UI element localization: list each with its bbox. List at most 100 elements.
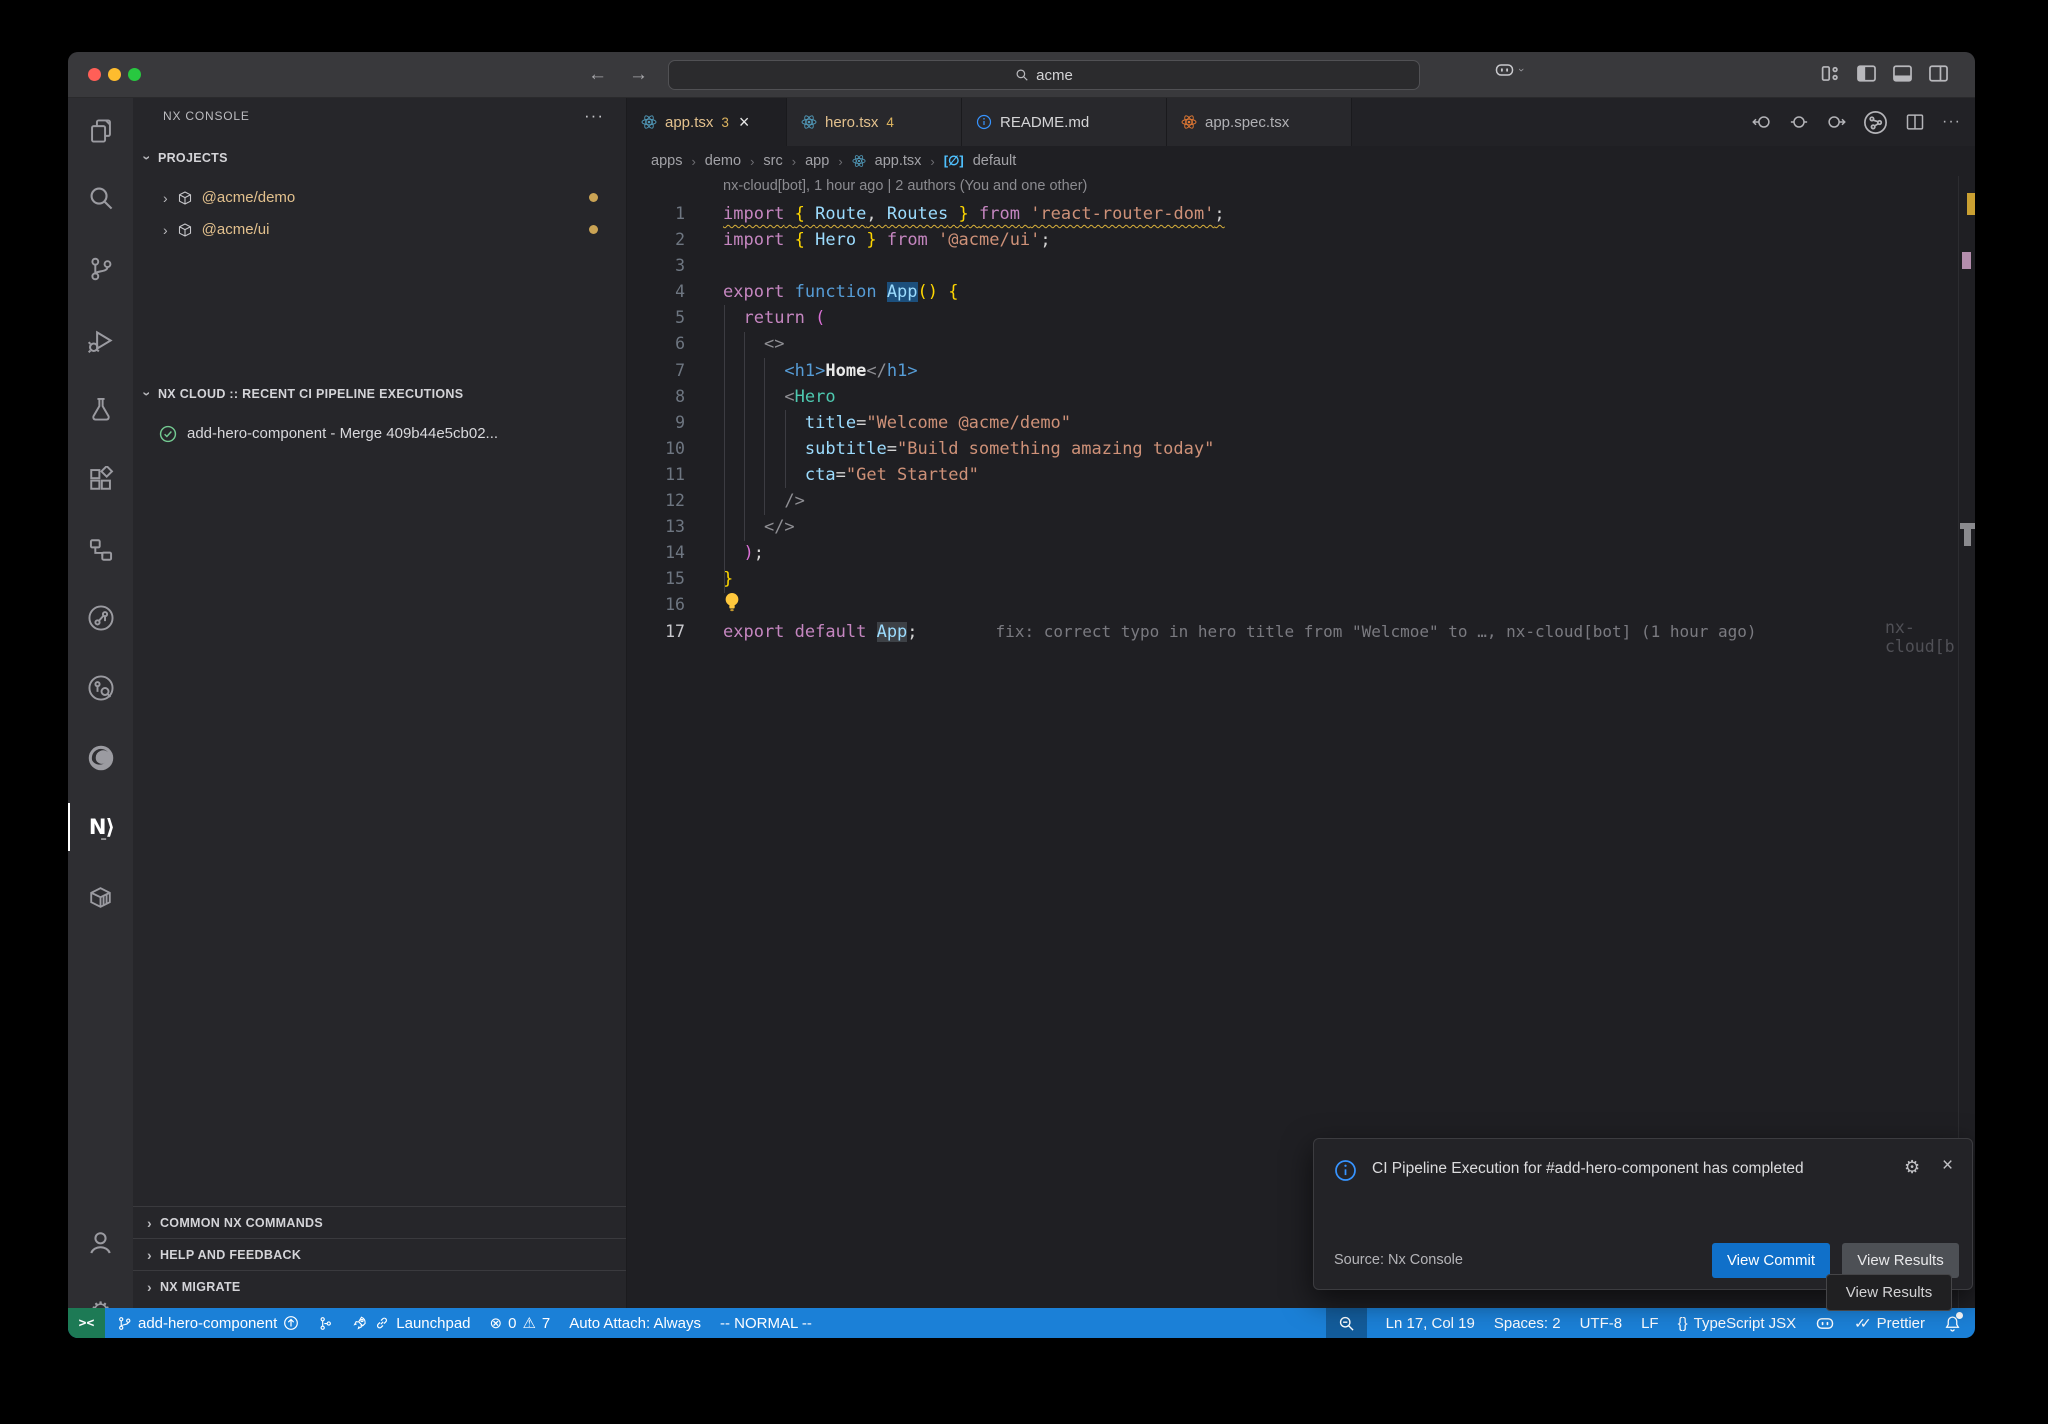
- view-commit-button[interactable]: View Commit: [1712, 1243, 1830, 1278]
- code-lines: import { Route, Routes } from 'react-rou…: [723, 201, 1757, 645]
- cursor-position-status[interactable]: Ln 17, Col 19: [1386, 1315, 1475, 1332]
- notification-settings-icon[interactable]: ⚙: [1904, 1157, 1920, 1178]
- breadcrumb-apps[interactable]: apps: [651, 153, 682, 169]
- source-control-graph-status[interactable]: [318, 1316, 333, 1331]
- titlebar: ← → acme ›: [68, 52, 1975, 98]
- tab-app-spec-tsx[interactable]: app.spec.tsx: [1167, 98, 1352, 146]
- formatter-status[interactable]: ✓✓ Prettier: [1854, 1315, 1925, 1332]
- indent-guide: [744, 332, 745, 541]
- chevron-down-icon: ›: [1515, 68, 1527, 72]
- breadcrumb: apps› demo› src› app› app.tsx› [∅] defau…: [651, 146, 1016, 176]
- launchpad-status[interactable]: Launchpad: [352, 1315, 470, 1332]
- code-line: );: [723, 540, 1757, 566]
- notifications-bell[interactable]: [1944, 1315, 1961, 1332]
- indentation-status[interactable]: Spaces: 2: [1494, 1315, 1561, 1332]
- encoding-status[interactable]: UTF-8: [1580, 1315, 1623, 1332]
- more-actions-icon[interactable]: ···: [584, 106, 604, 126]
- problems-badge: 4: [886, 115, 894, 130]
- nx-console-icon[interactable]: N⟩_: [68, 803, 133, 851]
- code-line: import { Hero } from '@acme/ui';: [723, 227, 1757, 253]
- search-view-icon[interactable]: [68, 174, 133, 222]
- tab-readme-md[interactable]: README.md: [962, 98, 1167, 146]
- problems-status[interactable]: ⊗ 0 ⚠ 7: [490, 1314, 551, 1332]
- code-line: <Hero: [723, 384, 1757, 410]
- git-blame-header[interactable]: nx-cloud[bot], 1 hour ago | 2 authors (Y…: [723, 178, 1087, 194]
- extensions-icon[interactable]: [68, 455, 133, 503]
- toggle-primary-sidebar-icon[interactable]: [1856, 63, 1877, 84]
- remote-indicator[interactable]: ><: [68, 1308, 105, 1338]
- auto-attach-status[interactable]: Auto Attach: Always: [569, 1315, 701, 1332]
- vim-mode-status[interactable]: -- NORMAL --: [720, 1315, 812, 1332]
- breadcrumb-file[interactable]: app.tsx: [875, 153, 922, 169]
- code-line: }: [723, 566, 1757, 592]
- go-back-icon[interactable]: [1752, 112, 1772, 132]
- code-line: </>: [723, 514, 1757, 540]
- tab-app-tsx[interactable]: app.tsx 3 ×: [627, 98, 787, 146]
- chevron-collapsed-icon: ›: [163, 222, 168, 238]
- pipeline-graph-icon[interactable]: [68, 594, 133, 642]
- language-status[interactable]: {} TypeScript JSX: [1678, 1315, 1797, 1332]
- eol-status[interactable]: LF: [1641, 1315, 1659, 1332]
- project-item-acme-demo[interactable]: › @acme/demo: [133, 182, 626, 213]
- customize-layout-icon[interactable]: [1820, 63, 1841, 84]
- editor-more-actions-icon[interactable]: ···: [1942, 113, 1961, 131]
- lightbulb-icon[interactable]: [723, 592, 741, 619]
- tab-hero-tsx[interactable]: hero.tsx 4: [787, 98, 962, 146]
- git-branch-status[interactable]: add-hero-component: [117, 1315, 299, 1332]
- projects-section-header[interactable]: › PROJECTS: [145, 150, 228, 166]
- view-results-button[interactable]: View Results: [1842, 1243, 1959, 1278]
- toggle-panel-icon[interactable]: [1892, 63, 1913, 84]
- check-circle-icon: [159, 425, 177, 443]
- project-item-acme-ui[interactable]: › @acme/ui: [133, 214, 626, 245]
- nx-cloud-section-header[interactable]: › NX CLOUD :: RECENT CI PIPELINE EXECUTI…: [145, 386, 463, 402]
- window-controls: [88, 68, 141, 81]
- source-control-icon[interactable]: [68, 245, 133, 293]
- git-branch-icon: [117, 1316, 132, 1331]
- close-tab-icon[interactable]: ×: [739, 112, 750, 133]
- activity-bar: N⟩_ ⚙: [68, 98, 133, 1308]
- pipeline-search-icon[interactable]: [68, 664, 133, 712]
- toggle-secondary-sidebar-icon[interactable]: [1928, 63, 1949, 84]
- section-nx-migrate[interactable]: › NX MIGRATE: [133, 1270, 626, 1302]
- code-line: return (: [723, 305, 1757, 331]
- copilot-status[interactable]: [1815, 1316, 1835, 1331]
- code-line: export function App() {: [723, 279, 1757, 305]
- info-icon: [1334, 1159, 1357, 1182]
- breadcrumb-demo[interactable]: demo: [705, 153, 741, 169]
- indent-guide: [785, 410, 786, 488]
- info-icon: [976, 114, 992, 130]
- account-menu[interactable]: ›: [1494, 62, 1523, 78]
- breadcrumb-symbol-default[interactable]: default: [973, 153, 1017, 169]
- navigate-forward-button[interactable]: →: [629, 64, 648, 86]
- container-icon[interactable]: [68, 873, 133, 921]
- section-help-and-feedback[interactable]: › HELP AND FEEDBACK: [133, 1238, 626, 1270]
- navigate-back-button[interactable]: ←: [588, 64, 607, 86]
- copilot-icon: [1815, 1316, 1835, 1331]
- zoom-indicator[interactable]: [1326, 1308, 1367, 1338]
- testing-icon[interactable]: [68, 385, 133, 433]
- explorer-icon[interactable]: [68, 107, 133, 155]
- status-bar: >< add-hero-component: [68, 1308, 1975, 1338]
- breadcrumb-src[interactable]: src: [763, 153, 782, 169]
- breadcrumb-app[interactable]: app: [805, 153, 829, 169]
- react-icon: [641, 114, 657, 130]
- notification-close-icon[interactable]: ×: [1942, 1155, 1953, 1177]
- close-window-button[interactable]: [88, 68, 101, 81]
- section-common-nx-commands[interactable]: › COMMON NX COMMANDS: [133, 1206, 626, 1238]
- run-debug-icon[interactable]: [68, 316, 133, 364]
- run-pipeline-icon[interactable]: [1863, 110, 1888, 135]
- zoom-window-button[interactable]: [128, 68, 141, 81]
- account-icon[interactable]: [68, 1218, 133, 1266]
- screen: ← → acme ›: [0, 0, 2048, 1424]
- command-center-search[interactable]: acme: [668, 60, 1420, 90]
- split-editor-icon[interactable]: [1905, 112, 1925, 132]
- minimize-window-button[interactable]: [108, 68, 121, 81]
- chevron-collapsed-icon: ›: [163, 190, 168, 206]
- pipeline-execution-item[interactable]: add-hero-component - Merge 409b44e5cb02.…: [133, 418, 626, 449]
- project-hierarchy-icon[interactable]: [68, 526, 133, 574]
- code-line: import { Route, Routes } from 'react-rou…: [723, 201, 1757, 227]
- chevron-collapsed-icon: ›: [147, 1279, 152, 1295]
- current-change-icon[interactable]: [1789, 112, 1809, 132]
- go-forward-icon[interactable]: [1826, 112, 1846, 132]
- edge-browser-icon[interactable]: [68, 734, 133, 782]
